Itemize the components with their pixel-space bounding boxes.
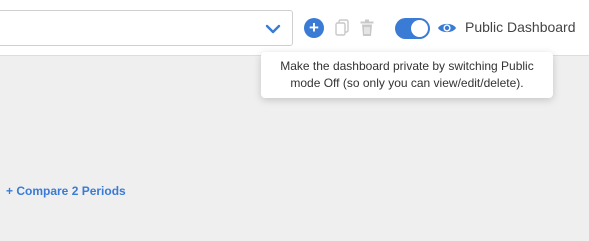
eye-icon [438, 23, 456, 33]
toggle-knob [411, 20, 428, 37]
public-dashboard-label: Public Dashboard [465, 19, 576, 35]
chevron-down-icon[interactable] [265, 23, 281, 35]
compare-periods-link[interactable]: + Compare 2 Periods [6, 184, 126, 198]
add-dashboard-button[interactable]: + [304, 18, 324, 38]
public-toggle[interactable] [395, 18, 430, 39]
tooltip-text: Make the dashboard private by switching … [280, 59, 534, 90]
copy-icon[interactable] [335, 19, 349, 37]
dashboard-toolbar: + Public Dashboard [0, 0, 589, 56]
public-mode-tooltip: Make the dashboard private by switching … [261, 52, 553, 98]
trash-icon[interactable] [360, 19, 374, 37]
dashboard-select[interactable] [0, 10, 293, 46]
plus-icon: + [309, 18, 319, 37]
